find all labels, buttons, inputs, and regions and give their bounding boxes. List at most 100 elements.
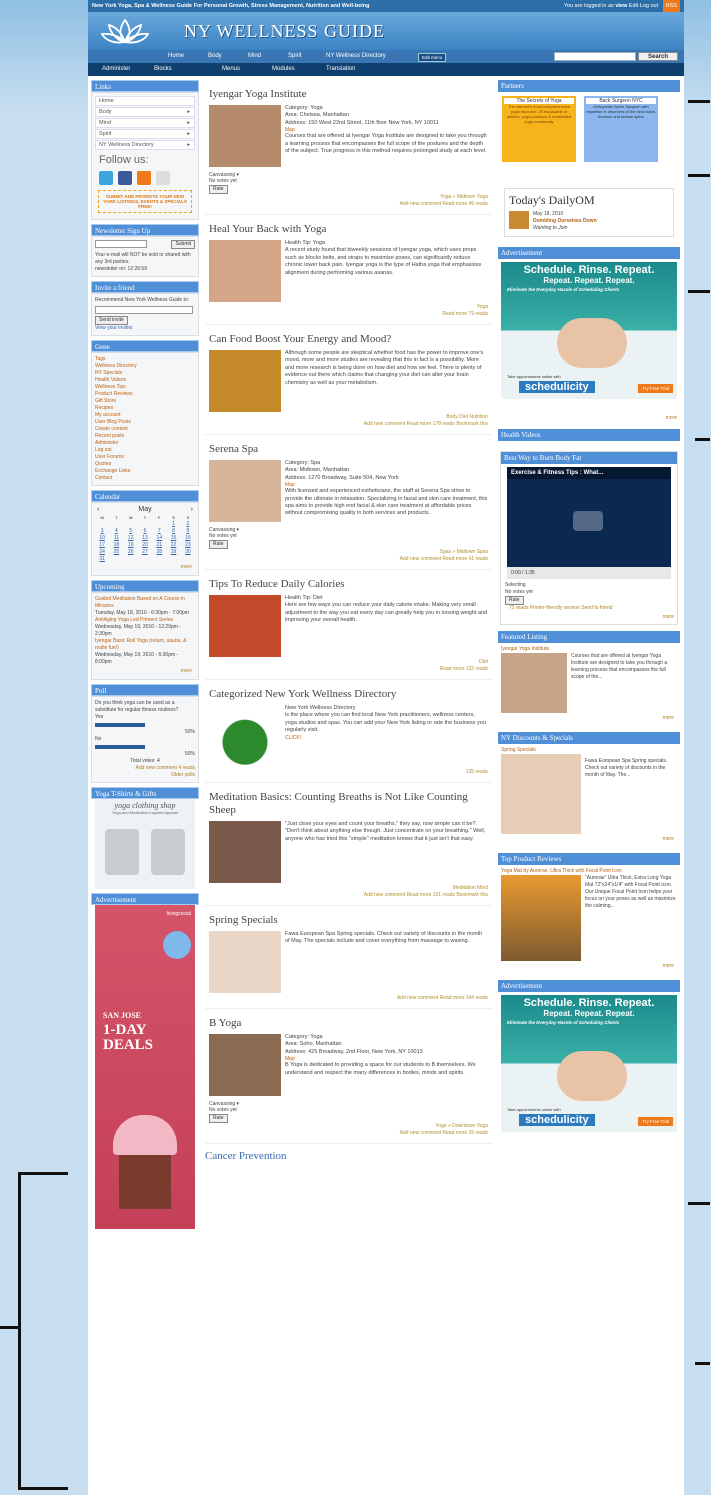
nav-body[interactable]: Body [208,50,222,63]
post-tags[interactable]: Yoga » Downtown Yoga [209,1123,488,1130]
video-more-link[interactable]: more [501,612,677,622]
search-input[interactable] [554,52,636,61]
post-tags[interactable]: Yoga » Midtown Yoga [209,194,488,201]
admin-translation[interactable]: Translation [326,63,355,76]
logout-link[interactable]: Log out [640,3,658,9]
tshirts-banner[interactable]: yoga clothing shop Yoga and Meditation I… [95,799,195,889]
post-title[interactable]: B Yoga [209,1017,488,1030]
video-player[interactable]: Exercise & Fitness Tips : What... 0:00 /… [507,467,671,579]
link-spirit[interactable]: Spirit ▸ [95,129,195,139]
user-menu-item[interactable]: Create content [95,426,195,433]
calendar-day[interactable]: 10 [95,534,109,541]
post-title[interactable]: Iyengar Yoga Institute [209,88,488,101]
user-menu-item[interactable]: Administer [95,440,195,447]
post-image[interactable] [209,821,281,883]
rate-button[interactable]: Rate [209,540,228,549]
twitter-icon[interactable] [99,171,113,185]
video-rate-button[interactable]: Rate [505,596,524,605]
submit-listing-promo[interactable]: SUBMIT AND PROMOTE YOUR NEW YORK LISTING… [98,190,192,213]
newsletter-email-field[interactable] [95,240,147,248]
user-menu-item[interactable]: Tags [95,356,195,363]
discounts-image[interactable] [501,754,581,834]
featured-name[interactable]: Iyengar Yoga Institute [501,646,677,653]
link-mind[interactable]: Mind ▸ [95,118,195,128]
post-image[interactable] [209,931,281,993]
nav-directory[interactable]: NY Wellness Directory [326,50,386,63]
calendar-day[interactable]: 21 [152,541,166,548]
post-image[interactable] [209,705,281,767]
link-home[interactable]: Home [95,96,195,106]
user-menu-item[interactable]: NY Specials [95,370,195,377]
calendar-day[interactable]: 13 [138,534,152,541]
post-title[interactable]: Meditation Basics: Counting Breaths is N… [209,791,488,817]
admin-administer[interactable]: Administer [102,63,130,76]
dailyom-headline[interactable]: Dumbling Ourselves Down [533,218,597,225]
partner-yoga-secrets[interactable]: The Secrets of Yoga The internet's most … [502,96,576,162]
calendar-day[interactable]: 27 [138,548,152,555]
post-title[interactable]: Cancer Prevention [205,1150,492,1163]
featured-image[interactable] [501,653,567,713]
post-links[interactable]: Add new comment Read more 101 reads Book… [209,892,488,899]
user-menu-item[interactable]: User Forums [95,454,195,461]
post-links[interactable]: Add new comment Read more 178 reads Book… [209,421,488,428]
post-links[interactable]: Read more 79 reads [209,311,488,318]
post-tags[interactable]: Diet [209,659,488,666]
video-voting[interactable]: Selecting [501,582,677,589]
reviews-image[interactable] [501,875,581,961]
user-menu-item[interactable]: Product Reviews [95,391,195,398]
user-menu-item[interactable]: Contact [95,475,195,482]
calendar-day[interactable]: 6 [138,527,152,534]
calendar-day[interactable]: 15 [166,534,180,541]
admin-modules[interactable]: Modules [272,63,295,76]
post-title[interactable]: Can Food Boost Your Energy and Mood? [209,333,488,346]
rate-button[interactable]: Rate [209,1114,228,1123]
post-links[interactable]: Add new comment Read more 39 reads [209,1130,488,1137]
calendar-day[interactable]: 20 [138,541,152,548]
discounts-name[interactable]: Spring Specials [501,747,677,754]
calendar-day[interactable]: 3 [95,527,109,534]
send-invite-button[interactable]: Send invite [95,316,128,325]
site-name[interactable]: NY WELLNESS GUIDE [184,21,385,42]
rss-icon[interactable]: RSS [662,0,680,12]
post-title[interactable]: Spring Specials [209,914,488,927]
calendar-day[interactable]: 28 [152,548,166,555]
calendar-day[interactable]: 24 [95,548,109,555]
nav-mind[interactable]: Mind [248,50,261,63]
user-link[interactable]: view [615,3,627,9]
post-image[interactable] [209,460,281,522]
post-tags[interactable]: Spas » Midtown Spas [209,549,488,556]
next-month-icon[interactable]: › [191,506,193,513]
play-icon[interactable] [573,511,603,531]
calendar-day[interactable]: 8 [166,527,180,534]
ad-more-link[interactable]: more [498,413,680,423]
rate-button[interactable]: Rate [209,185,228,194]
video-controls[interactable]: 0:00 / 1:35 [507,567,671,579]
reviews-more-link[interactable]: more [501,961,677,971]
schedulicity-ad-2[interactable]: Schedule. Rinse. Repeat. Repeat. Repeat.… [501,995,677,1132]
event-link[interactable]: Guided Meditation Based on A Course in M… [95,596,195,610]
poll-links[interactable]: Add new comment 4 reads [95,765,195,772]
calendar-day[interactable]: 16 [181,534,195,541]
schedulicity-ad[interactable]: Schedule. Rinse. Repeat. Repeat. Repeat.… [501,262,677,399]
user-menu-item[interactable]: Wellness Tips [95,384,195,391]
edit-menu-button[interactable]: Edit menu [418,53,447,62]
view-invites-link[interactable]: View your invites [95,325,195,332]
nav-home[interactable]: Home [168,50,184,63]
user-menu-item[interactable]: Recent posts [95,433,195,440]
calendar-day[interactable]: 2 [181,520,195,527]
user-menu-item[interactable]: Log out [95,447,195,454]
user-menu-item[interactable]: Gift Store [95,398,195,405]
facebook-icon[interactable] [118,171,132,185]
link-directory[interactable]: NY Wellness Directory ▸ [95,140,195,150]
user-menu-item[interactable]: Health Videos [95,377,195,384]
calendar-more-link[interactable]: more [95,562,195,572]
user-menu-item[interactable]: Exchange Links [95,468,195,475]
calendar-day[interactable]: 1 [166,520,180,527]
prev-month-icon[interactable]: ‹ [97,506,99,513]
post-image[interactable] [209,1034,281,1096]
user-menu-item[interactable]: User Blog Posts [95,419,195,426]
post-image[interactable] [209,240,281,302]
post-links[interactable]: Add new comment Read more 49 reads [209,201,488,208]
post-links[interactable]: Add new comment Read more 144 reads [209,995,488,1002]
post-links[interactable]: Add new comment Read more 41 reads [209,556,488,563]
